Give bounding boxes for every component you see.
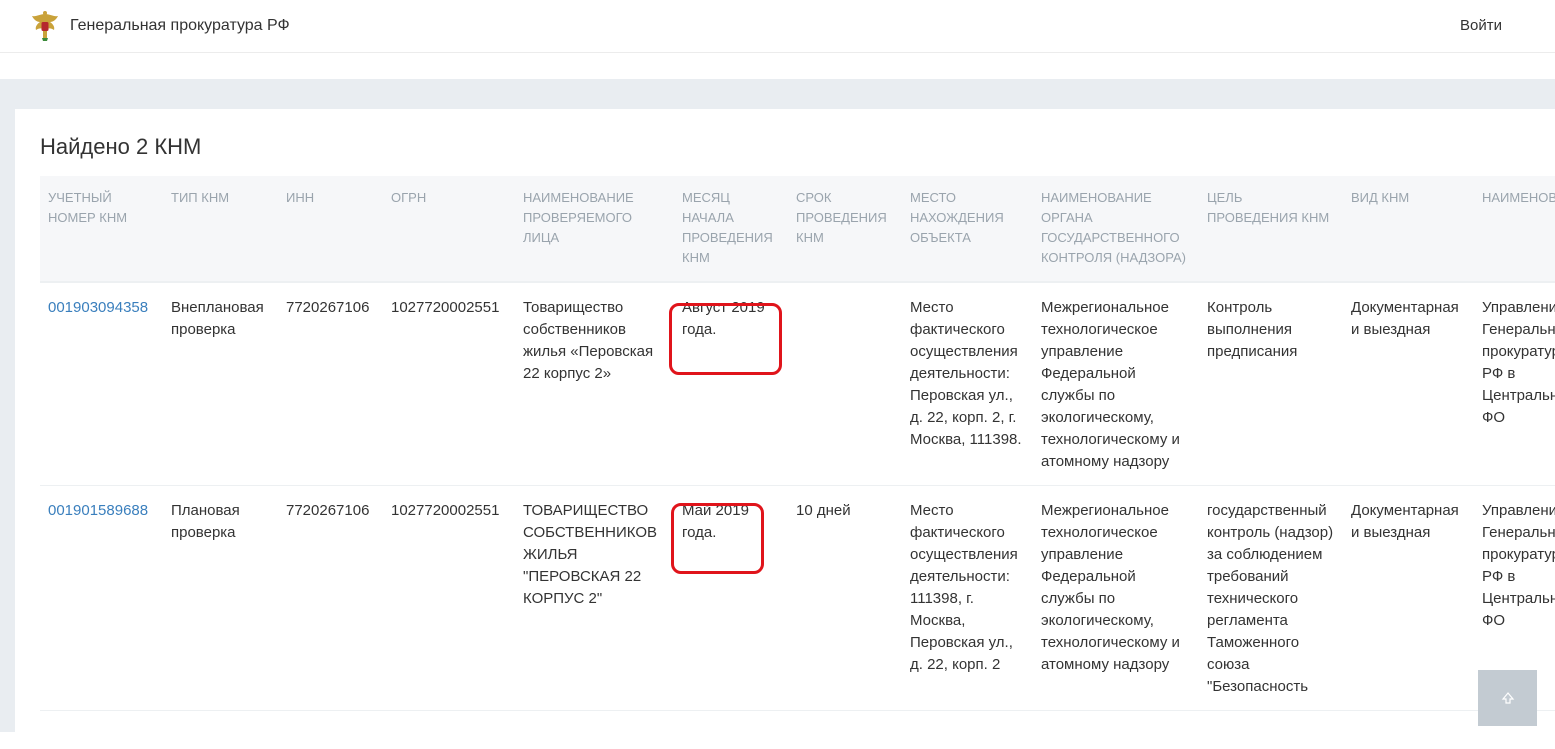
col-header-duration: Срок проведения КНМ [788,176,902,283]
cell-kind: Документарная и выездная [1343,485,1474,711]
col-header-location: Место нахождения объекта [902,176,1033,283]
cell-name: Товарищество собственников жилья «Перовс… [515,282,674,486]
login-link[interactable]: Войти [1460,17,1502,34]
cell-month: Август 2019 года. [674,282,788,486]
col-header-ogrn: ОГРН [383,176,515,283]
cell-duration: 10 дней [788,485,902,711]
results-card: Найдено 2 КНМ Учетный номер КНМ Тип КНМ … [15,109,1555,749]
emblem-eagle-icon [32,11,58,41]
cell-month: Май 2019 года. [674,485,788,711]
col-header-number: Учетный номер КНМ [40,176,163,283]
cell-goal: государственный контроль (надзор) за соб… [1199,485,1343,711]
table-row: 001901589688 Плановая проверка 772026710… [40,485,1555,711]
col-header-type: Тип КНМ [163,176,278,283]
col-header-authority: Наименование органа государственного кон… [1033,176,1199,283]
cell-authority: Межрегиональное технологическое управлен… [1033,485,1199,711]
cell-type: Внеплановая проверка [163,282,278,486]
cell-number: 001901589688 [40,485,163,711]
cell-ogrn: 1027720002551 [383,282,515,486]
cell-duration [788,282,902,486]
cell-name: ТОВАРИЩЕСТВО СОБСТВЕННИКОВ ЖИЛЬЯ "ПЕРОВС… [515,485,674,711]
cell-type: Плановая проверка [163,485,278,711]
arrow-up-icon [1501,692,1514,704]
results-count-heading: Найдено 2 КНМ [40,134,202,159]
col-header-name: Наименование проверяемого лица [515,176,674,283]
col-header-prosecutor: Наименование органа прокуратуры [1474,176,1555,283]
brand-link[interactable]: Генеральная прокуратура РФ [30,10,290,42]
cell-kind: Документарная и выездная [1343,282,1474,486]
top-navbar: Генеральная прокуратура РФ Войти [0,0,1555,53]
results-table: Учетный номер КНМ Тип КНМ ИНН ОГРН Наиме… [40,176,1555,711]
cell-ogrn: 1027720002551 [383,485,515,711]
col-header-month: Месяц начала проведения КНМ [674,176,788,283]
cell-inn: 7720267106 [278,485,383,711]
knm-number-link[interactable]: 001903094358 [48,299,148,316]
cell-location: Место фактического осуществления деятель… [902,282,1033,486]
table-row: 001903094358 Внеплановая проверка 772026… [40,282,1555,486]
cell-inn: 7720267106 [278,282,383,486]
cell-goal: Контроль выполнения предписания [1199,282,1343,486]
cell-number: 001903094358 [40,282,163,486]
site-title: Генеральная прокуратура РФ [70,17,290,34]
scroll-to-top-button[interactable] [1478,670,1537,726]
cell-authority: Межрегиональное технологическое управлен… [1033,282,1199,486]
col-header-kind: Вид КНМ [1343,176,1474,283]
knm-number-link[interactable]: 001901589688 [48,502,148,519]
cell-prosecutor: Управление Генеральной прокуратуры РФ в … [1474,282,1555,486]
col-header-goal: Цель проведения КНМ [1199,176,1343,283]
col-header-inn: ИНН [278,176,383,283]
cell-location: Место фактического осуществления деятель… [902,485,1033,711]
table-header-row: Учетный номер КНМ Тип КНМ ИНН ОГРН Наиме… [40,176,1555,283]
